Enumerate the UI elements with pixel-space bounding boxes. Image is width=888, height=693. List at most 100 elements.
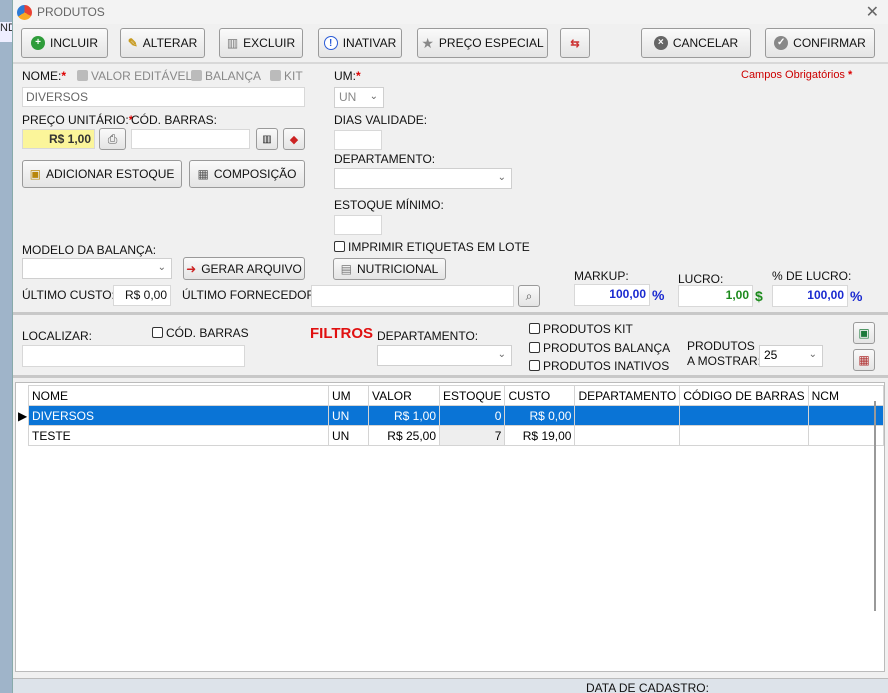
ultimo-custo-label: ÚLTIMO CUSTO: [22,288,115,302]
modelo-balanca-select[interactable]: ⌄ [22,258,172,279]
cod-barras-label: CÓD. BARRAS: [131,113,218,127]
cod-barras-filter-checkbox[interactable]: CÓD. BARRAS [152,326,249,340]
filter-departamento-label: DEPARTAMENTO: [377,329,479,343]
preco-label: PREÇO UNITÁRIO:* [22,113,134,127]
col-codigo-barras[interactable]: CÓDIGO DE BARRAS [679,385,809,406]
campos-obrigatorios-note: Campos Obrigatórios * [741,69,853,81]
barcode-icon: ▥ [262,133,272,145]
save-icon: ▣ [858,326,870,340]
pencil-icon: ✎ [127,36,138,50]
toolbar-divider [13,62,888,64]
export-excel-button[interactable]: ▦ [853,349,875,371]
add-stock-icon: ▣ [29,167,41,181]
balanca-checkbox[interactable]: BALANÇA [191,69,261,83]
boxes-icon: ▦ [197,167,209,181]
barcode-button[interactable]: ▥ [256,128,278,150]
localizar-input[interactable] [22,345,245,367]
col-valor[interactable]: VALOR [368,385,440,406]
nome-input[interactable]: DIVERSOS [22,87,305,107]
cancelar-button[interactable]: × CANCELAR [641,28,751,58]
inativar-button[interactable]: ! INATIVAR [318,28,402,58]
preco-especial-button[interactable]: ★ PREÇO ESPECIAL [417,28,548,58]
window-title: PRODUTOS [37,5,105,19]
produtos-mostrar-label-2: A MOSTRAR: [687,354,762,368]
um-select[interactable]: UN ⌄ [334,87,384,108]
markup-input[interactable]: 100,00 [574,284,650,306]
markup-unit: % [652,287,665,303]
chevron-down-icon: ⌄ [369,91,378,102]
dias-validade-label: DIAS VALIDADE: [334,113,428,127]
cod-barras-input[interactable] [131,129,250,149]
col-ncm[interactable]: NCM [807,385,884,406]
localizar-label: LOCALIZAR: [22,329,93,343]
plus-icon: + [30,36,45,50]
filter-departamento-select[interactable]: ⌄ [377,345,512,366]
products-grid: ▶ NOME UM VALOR ESTOQUE CUSTO DEPARTAMEN… [15,382,885,672]
footer-bar: DATA DE CADASTRO: [13,678,888,693]
title-bar: PRODUTOS ✕ [13,0,888,24]
table-header-row: NOME UM VALOR ESTOQUE CUSTO DEPARTAMENTO… [28,385,884,406]
lucro-label: LUCRO: [678,272,724,286]
app-logo-icon [17,5,32,20]
spreadsheet-icon: ▦ [858,353,870,367]
imprimir-etiquetas-checkbox[interactable]: IMPRIMIR ETIQUETAS EM LOTE [334,240,530,254]
ultimo-custo-input: R$ 0,00 [113,285,171,306]
chevron-down-icon: ⌄ [497,349,506,360]
search-fornecedor-button[interactable]: ⌕ [518,285,540,307]
col-departamento[interactable]: DEPARTAMENTO [574,385,681,406]
composicao-button[interactable]: ▦ COMPOSIÇÃO [189,160,305,188]
excluir-button[interactable]: ▥ EXCLUIR [219,28,303,58]
star-icon: ★ [421,34,434,51]
produtos-inativos-checkbox[interactable]: PRODUTOS INATIVOS [529,359,669,373]
ultimo-fornecedor-input [311,285,514,307]
check-icon: ✓ [774,36,789,50]
close-icon[interactable]: ✕ [866,2,879,22]
vertical-scrollbar[interactable] [874,401,876,611]
lucro-unit: $ [755,288,763,304]
document-icon: ▤ [340,262,352,276]
tag-button[interactable]: ◆ [283,128,305,150]
lucro-input[interactable]: 1,00 [678,285,753,307]
estoque-minimo-input[interactable] [334,215,382,235]
pct-lucro-unit: % [850,288,863,304]
chevron-down-icon: ⌄ [808,349,817,360]
preco-input[interactable]: R$ 1,00 [22,129,95,149]
chevron-down-icon: ⌄ [157,262,166,273]
pct-lucro-input[interactable]: 100,00 [772,285,848,307]
dias-validade-input[interactable] [334,130,382,150]
search-icon: ⌕ [525,288,533,303]
confirmar-button[interactable]: ✓ CONFIRMAR [765,28,875,58]
swap-button[interactable]: ⇆ [560,28,590,58]
estoque-minimo-label: ESTOQUE MÍNIMO: [334,198,444,212]
col-um[interactable]: UM [328,385,369,406]
col-estoque[interactable]: ESTOQUE [438,385,506,406]
modelo-balanca-label: MODELO DA BALANÇA: [22,243,157,257]
produtos-kit-checkbox[interactable]: PRODUTOS KIT [529,322,633,336]
departamento-select[interactable]: ⌄ [334,168,512,189]
produtos-balanca-checkbox[interactable]: PRODUTOS BALANÇA [529,341,670,355]
save-filter-button[interactable]: ▣ [853,322,875,344]
um-label: UM:* [334,69,361,83]
filtros-title: FILTROS [310,325,374,342]
printer-icon: ⎙ [107,131,118,146]
swap-arrows-icon: ⇆ [570,37,580,50]
valor-editavel-checkbox[interactable]: VALOR EDITÁVEL [77,69,192,83]
gerar-arquivo-button[interactable]: ➜ GERAR ARQUIVO [183,257,305,280]
nutricional-button[interactable]: ▤ NUTRICIONAL [333,258,446,280]
pct-lucro-label: % DE LUCRO: [772,269,852,283]
alterar-button[interactable]: ✎ ALTERAR [120,28,205,58]
table-row[interactable]: TESTE UN R$ 25,00 7 R$ 19,00 [28,425,884,446]
kit-checkbox[interactable]: KIT [270,69,303,83]
price-tag-icon: ◆ [289,133,299,146]
departamento-label: DEPARTAMENTO: [334,152,436,166]
print-price-button[interactable]: ⎙ [99,128,126,150]
col-nome[interactable]: NOME [28,385,329,406]
trash-icon: ▥ [226,36,239,50]
adicionar-estoque-button[interactable]: ▣ ADICIONAR ESTOQUE [22,160,182,188]
mostrar-select[interactable]: 25 ⌄ [759,345,823,367]
chevron-down-icon: ⌄ [497,172,506,183]
products-table: NOME UM VALOR ESTOQUE CUSTO DEPARTAMENTO… [28,385,884,446]
incluir-button[interactable]: + INCLUIR [21,28,108,58]
col-custo[interactable]: CUSTO [504,385,576,406]
table-row[interactable]: DIVERSOS UN R$ 1,00 0 R$ 0,00 [28,405,884,426]
